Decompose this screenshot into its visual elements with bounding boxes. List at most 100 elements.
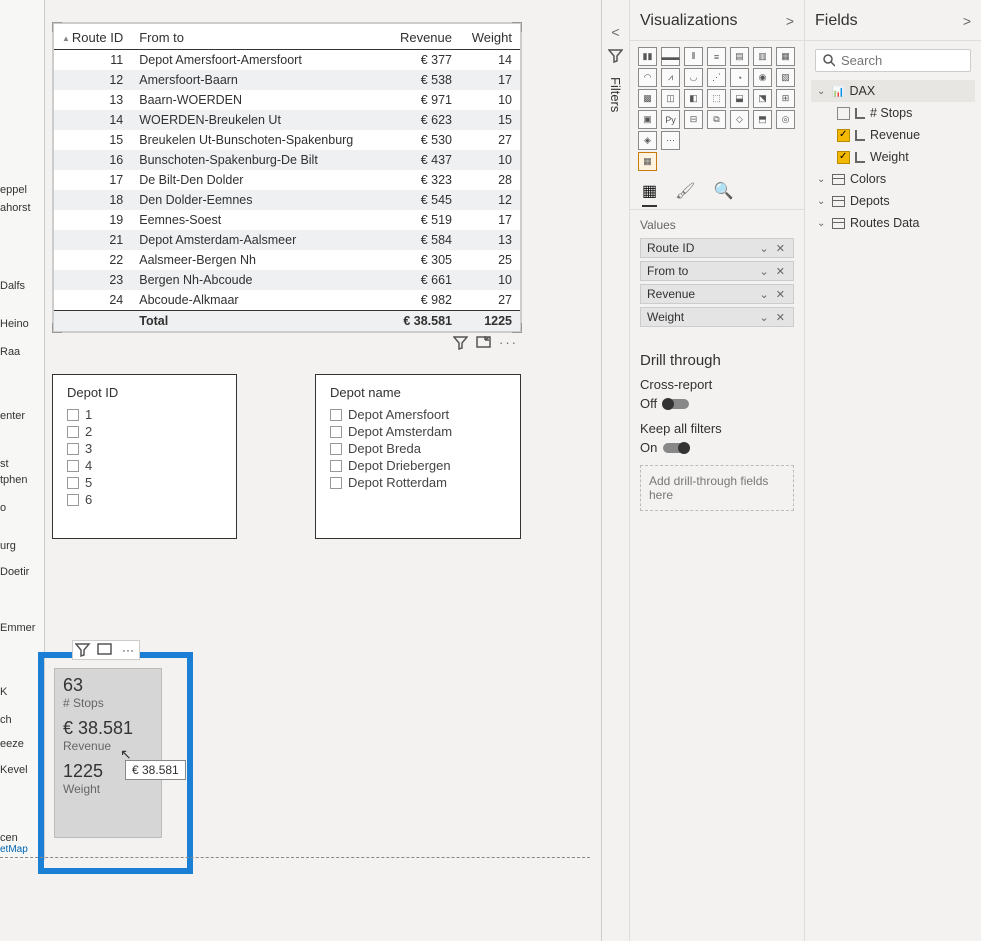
viz-type-icon[interactable]: ⊞	[776, 89, 795, 108]
table-row[interactable]: 13Baarn-WOERDEN€ 97110	[54, 90, 520, 110]
slicer-item[interactable]: 4	[67, 457, 222, 474]
expand-icon[interactable]: ⌄	[817, 196, 827, 207]
table-row[interactable]: 21Depot Amsterdam-Aalsmeer€ 58413	[54, 230, 520, 250]
checkbox-icon[interactable]	[330, 477, 342, 489]
drill-through-drop[interactable]: Add drill-through fields here	[640, 465, 794, 511]
column-header-revenue[interactable]: Revenue	[390, 24, 460, 50]
viz-type-icon[interactable]: ▣	[638, 110, 657, 129]
checkbox-icon[interactable]	[837, 129, 850, 142]
checkbox-icon[interactable]	[67, 477, 79, 489]
filter-icon[interactable]	[75, 642, 93, 658]
slicer-item[interactable]: 5	[67, 474, 222, 491]
resize-handle[interactable]	[52, 323, 62, 333]
table-row[interactable]: 22Aalsmeer-Bergen Nh€ 30525	[54, 250, 520, 270]
slicer-depot-name[interactable]: Depot name Depot AmersfoortDepot Amsterd…	[315, 374, 521, 539]
cross-report-toggle[interactable]: Off	[640, 396, 794, 411]
viz-type-selected[interactable]: ▦	[638, 152, 657, 171]
viz-type-icon[interactable]: ◫	[661, 89, 680, 108]
viz-type-icon[interactable]: ⊟	[684, 110, 703, 129]
viz-type-icon[interactable]: ▥	[753, 47, 772, 66]
checkbox-icon[interactable]	[330, 426, 342, 438]
table-row[interactable]: 16Bunschoten-Spakenburg-De Bilt€ 43710	[54, 150, 520, 170]
field-dropdown-icon[interactable]: ⌄ ✕	[760, 311, 788, 324]
table-row[interactable]: 12Amersfoort-Baarn€ 53817	[54, 70, 520, 90]
field-dropdown-icon[interactable]: ⌄ ✕	[760, 242, 788, 255]
viz-type-icon[interactable]: ⫴	[684, 47, 703, 66]
viz-type-icon[interactable]: ⋰	[707, 68, 726, 87]
viz-type-icon[interactable]: ◇	[730, 110, 749, 129]
checkbox-icon[interactable]	[67, 409, 79, 421]
focus-mode-icon[interactable]	[97, 642, 115, 658]
chevron-left-icon[interactable]: <	[611, 24, 619, 40]
table-visual[interactable]: Route ID From to Revenue Weight 11Depot …	[52, 22, 522, 333]
resize-handle[interactable]	[512, 22, 522, 32]
checkbox-icon[interactable]	[67, 426, 79, 438]
collapse-icon[interactable]: ⌄	[817, 86, 827, 97]
field-item[interactable]: Revenue	[831, 124, 975, 146]
filters-pane-collapsed[interactable]: < Filters	[602, 0, 630, 941]
checkbox-icon[interactable]	[837, 107, 850, 120]
table-row[interactable]: 15Breukelen Ut-Bunschoten-Spakenburg€ 53…	[54, 130, 520, 150]
checkbox-icon[interactable]	[67, 494, 79, 506]
viz-type-icon[interactable]: ⬒	[753, 110, 772, 129]
resize-handle[interactable]	[52, 22, 62, 32]
table-dax[interactable]: ⌄ DAX	[811, 80, 975, 102]
fields-search[interactable]	[815, 49, 971, 72]
slicer-item[interactable]: 1	[67, 406, 222, 423]
viz-type-icon[interactable]: ◉	[753, 68, 772, 87]
viz-type-icon[interactable]: ▩	[638, 89, 657, 108]
viz-type-icon[interactable]: ≡	[707, 47, 726, 66]
checkbox-icon[interactable]	[837, 151, 850, 164]
viz-type-icon[interactable]: Py	[661, 110, 680, 129]
slicer-item[interactable]: 2	[67, 423, 222, 440]
viz-type-icon[interactable]: ◔	[730, 68, 749, 87]
checkbox-icon[interactable]	[67, 460, 79, 472]
chevron-right-icon[interactable]: >	[786, 13, 794, 29]
checkbox-icon[interactable]	[67, 443, 79, 455]
table-row[interactable]: 24Abcoude-Alkmaar€ 98227	[54, 290, 520, 311]
viz-type-icon[interactable]: ▬▬	[661, 47, 680, 66]
field-item[interactable]: # Stops	[831, 102, 975, 124]
viz-type-icon[interactable]: ▧	[776, 68, 795, 87]
chevron-right-icon[interactable]: >	[963, 13, 971, 29]
slicer-item[interactable]: Depot Amsterdam	[330, 423, 506, 440]
table-row[interactable]: 11Depot Amersfoort-Amersfoort€ 37714	[54, 50, 520, 71]
format-tab[interactable]: 🖌	[675, 181, 695, 207]
table-row[interactable]: 19Eemnes-Soest€ 51917	[54, 210, 520, 230]
search-input[interactable]	[841, 53, 964, 68]
field-item[interactable]: Weight	[831, 146, 975, 168]
viz-type-icon[interactable]: ⬔	[753, 89, 772, 108]
table-item[interactable]: ⌄Routes Data	[811, 212, 975, 234]
table-row[interactable]: 18Den Dolder-Eemnes€ 54512	[54, 190, 520, 210]
table-row[interactable]: 14WOERDEN-Breukelen Ut€ 62315	[54, 110, 520, 130]
filter-icon[interactable]	[453, 335, 468, 350]
column-header-from-to[interactable]: From to	[131, 24, 390, 50]
viz-type-icon[interactable]: ⬓	[730, 89, 749, 108]
expand-icon[interactable]: ⌄	[817, 218, 827, 229]
keep-filters-toggle[interactable]: On	[640, 440, 794, 455]
column-header-route-id[interactable]: Route ID	[54, 24, 131, 50]
viz-type-icon[interactable]: ⋯	[661, 131, 680, 150]
slicer-item[interactable]: Depot Breda	[330, 440, 506, 457]
slicer-depot-id[interactable]: Depot ID 123456	[52, 374, 237, 539]
viz-type-icon[interactable]: ⧉	[707, 110, 726, 129]
expand-icon[interactable]: ⌄	[817, 174, 827, 185]
value-field-pill[interactable]: From to⌄ ✕	[640, 261, 794, 281]
viz-type-icon[interactable]: ◠	[638, 68, 657, 87]
table-item[interactable]: ⌄Colors	[811, 168, 975, 190]
viz-type-icon[interactable]: ◈	[638, 131, 657, 150]
viz-type-icon[interactable]: ◡	[684, 68, 703, 87]
viz-type-icon[interactable]: ▦	[776, 47, 795, 66]
slicer-item[interactable]: Depot Driebergen	[330, 457, 506, 474]
table-row[interactable]: 17De Bilt-Den Dolder€ 32328	[54, 170, 520, 190]
more-options-icon[interactable]: ···	[119, 642, 137, 658]
checkbox-icon[interactable]	[330, 443, 342, 455]
viz-type-icon[interactable]: ⬚	[707, 89, 726, 108]
viz-type-icon[interactable]: ◧	[684, 89, 703, 108]
column-header-weight[interactable]: Weight	[460, 24, 520, 50]
viz-type-icon[interactable]: ▤	[730, 47, 749, 66]
more-options-icon[interactable]: ···	[499, 335, 518, 350]
field-dropdown-icon[interactable]: ⌄ ✕	[760, 265, 788, 278]
viz-type-icon[interactable]: ◎	[776, 110, 795, 129]
slicer-item[interactable]: Depot Amersfoort	[330, 406, 506, 423]
